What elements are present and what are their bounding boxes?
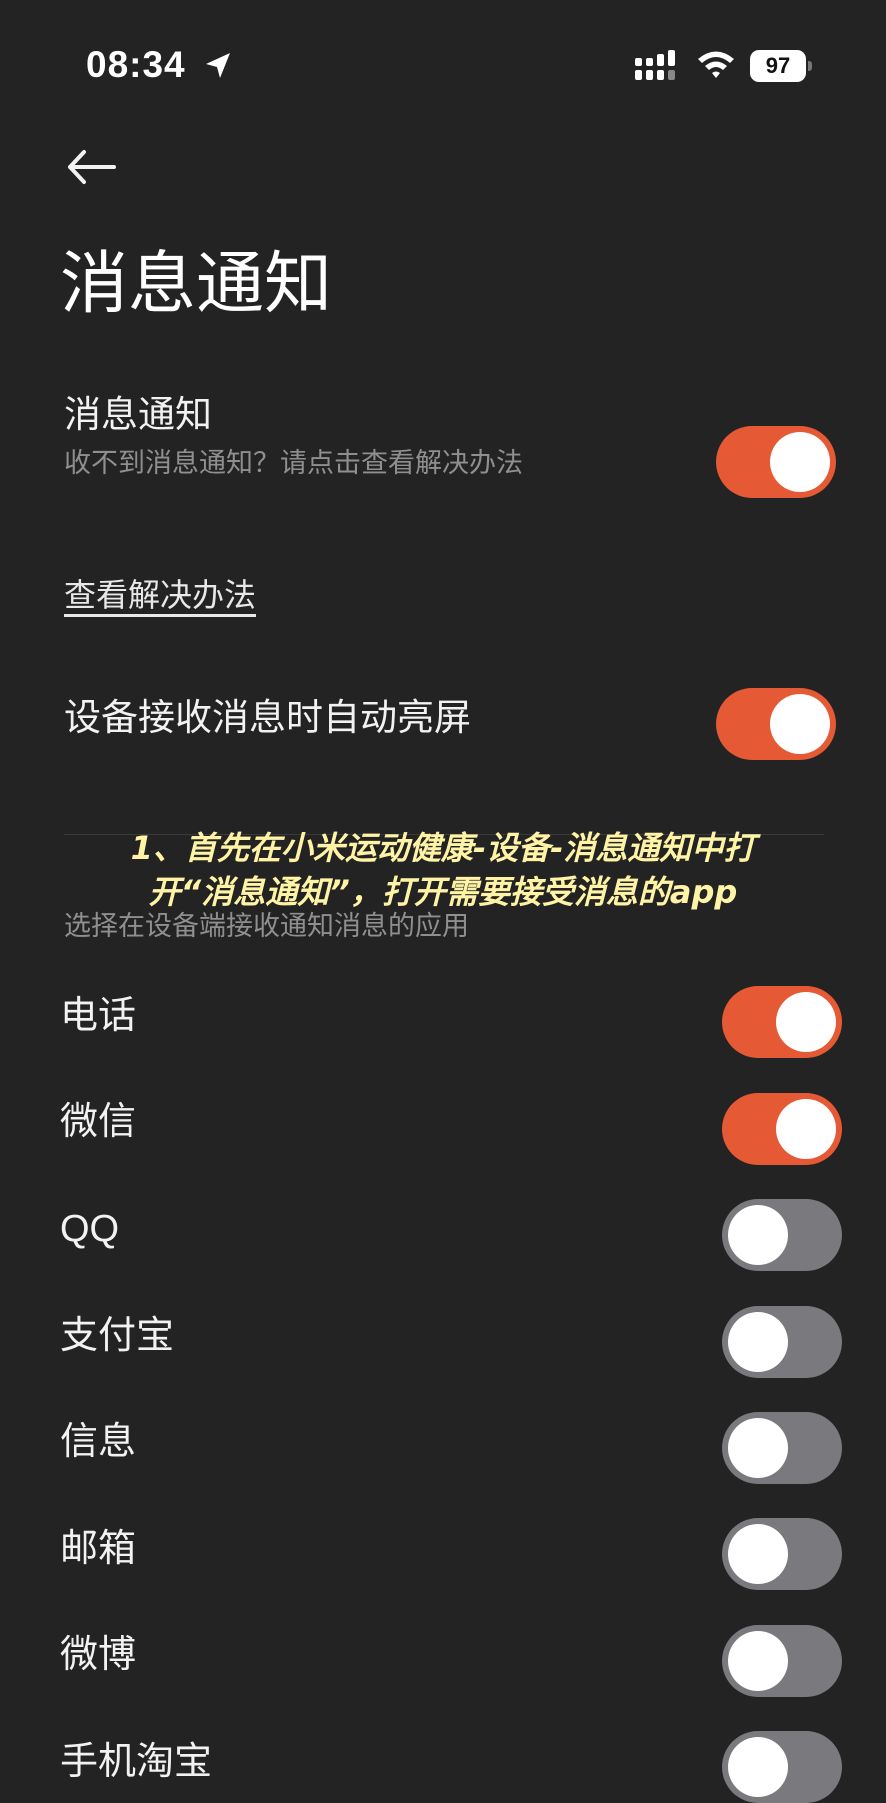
- notification-toggle[interactable]: [716, 426, 836, 498]
- app-label-taobao: 手机淘宝: [60, 1739, 213, 1783]
- location-arrow-icon: [206, 53, 230, 78]
- back-arrow-icon[interactable]: [62, 142, 122, 192]
- page-title: 消息通知: [60, 245, 333, 324]
- tutorial-annotation: 1、首先在小米运动健康-设备-消息通知中打 开“消息通知”，打开需要接受消息的a…: [110, 826, 776, 914]
- app-label-weibo: 微博: [60, 1632, 137, 1676]
- app-toggle-mail[interactable]: [722, 1518, 842, 1590]
- signal-icon: [635, 50, 675, 80]
- toggle-knob: [728, 1524, 788, 1584]
- toggle-knob: [728, 1205, 788, 1265]
- app-toggle-alipay[interactable]: [722, 1306, 842, 1378]
- status-time: 08:34: [86, 44, 186, 85]
- app-toggle-qq[interactable]: [722, 1199, 842, 1271]
- app-label-mail: 邮箱: [60, 1526, 137, 1570]
- app-label-alipay: 支付宝: [60, 1313, 175, 1357]
- app-toggle-weibo[interactable]: [722, 1625, 842, 1697]
- toggle-knob: [728, 1631, 788, 1691]
- apps-section-caption: 选择在设备端接收通知消息的应用: [64, 911, 469, 942]
- status-bar: 08:34 97: [0, 0, 886, 140]
- toggle-knob: [770, 694, 830, 754]
- wifi-icon: [698, 51, 734, 78]
- annotation-line-1: 1、首先在小米运动健康-设备-消息通知中打: [130, 829, 756, 867]
- notification-setting-title: 消息通知: [64, 393, 212, 436]
- toggle-knob: [728, 1312, 788, 1372]
- app-toggle-phone[interactable]: [722, 986, 842, 1058]
- app-label-phone: 电话: [60, 993, 137, 1037]
- app-toggle-messages[interactable]: [722, 1412, 842, 1484]
- view-solution-link[interactable]: 查看解决办法: [64, 570, 256, 616]
- toggle-knob: [728, 1418, 788, 1478]
- toggle-knob: [776, 1099, 836, 1159]
- battery-icon: 97: [750, 50, 812, 82]
- app-label-wechat: 微信: [60, 1099, 137, 1143]
- auto-wake-toggle[interactable]: [716, 688, 836, 760]
- toggle-knob: [728, 1737, 788, 1797]
- app-label-messages: 信息: [60, 1419, 137, 1463]
- app-toggle-wechat[interactable]: [722, 1093, 842, 1165]
- toggle-knob: [770, 432, 830, 492]
- battery-level: 97: [750, 50, 806, 82]
- auto-wake-title: 设备接收消息时自动亮屏: [64, 696, 471, 739]
- toggle-knob: [776, 992, 836, 1052]
- app-label-qq: QQ: [60, 1208, 120, 1250]
- notification-setting-subtitle: 收不到消息通知？请点击查看解决办法: [64, 448, 523, 479]
- battery-cap: [808, 61, 812, 71]
- app-toggle-taobao[interactable]: [722, 1731, 842, 1803]
